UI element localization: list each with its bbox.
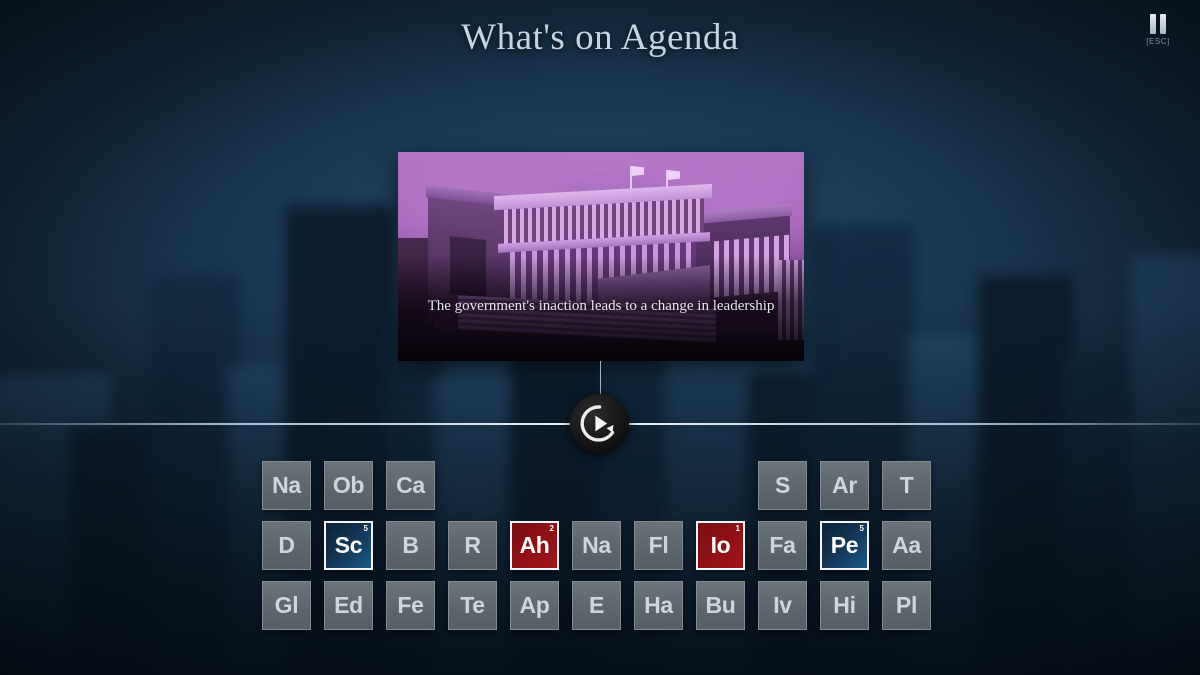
agenda-tile-label: Ed [334, 592, 363, 618]
pause-icon [1130, 14, 1186, 34]
agenda-tile-label: Pl [895, 592, 918, 618]
event-card-artwork [398, 152, 804, 361]
agenda-tile[interactable]: T [882, 461, 931, 510]
agenda-tile-label: Ha [644, 592, 673, 618]
agenda-tile[interactable]: Bu [696, 581, 745, 630]
agenda-tile[interactable]: Gl [262, 581, 311, 630]
esc-hint-label: [ESC] [1146, 37, 1170, 46]
agenda-tile[interactable]: Ah 2 [510, 521, 559, 570]
agenda-tile-label: E [588, 592, 605, 618]
agenda-tile[interactable]: Ed [324, 581, 373, 630]
agenda-tile-label: Aa [892, 532, 921, 558]
event-card-caption: The government's inaction leads to a cha… [427, 298, 775, 314]
agenda-tile-label: Ah [519, 532, 550, 558]
agenda-tile[interactable]: R [448, 521, 497, 570]
agenda-tile-label: Fa [769, 532, 796, 558]
agenda-tile[interactable]: Na [262, 461, 311, 510]
agenda-tile[interactable]: Fl [634, 521, 683, 570]
agenda-tile[interactable]: Hi [820, 581, 869, 630]
agenda-tile[interactable]: E [572, 581, 621, 630]
agenda-tile-label: Bu [705, 592, 736, 618]
agenda-tile-grid: Na Ob Ca S Ar T D Sc 5 B R Ah 2 Na Fl Io 1 Fa Pe 5 Aa Gl Ed Fe T… [262, 461, 938, 641]
agenda-tile-label: Io [710, 532, 731, 558]
agenda-tile[interactable]: Pe 5 [820, 521, 869, 570]
agenda-tile-label: Pe [830, 532, 859, 558]
agenda-tile-label: T [899, 472, 914, 498]
agenda-tile-label: Na [582, 532, 611, 558]
agenda-tile-label: Ar [832, 472, 857, 498]
agenda-tile[interactable]: S [758, 461, 807, 510]
agenda-tile[interactable]: Fa [758, 521, 807, 570]
agenda-tile[interactable]: Io 1 [696, 521, 745, 570]
agenda-tile-label: Ob [332, 472, 365, 498]
agenda-tile-row: Gl Ed Fe Te Ap E Ha Bu Iv Hi Pl [262, 581, 938, 630]
agenda-tile[interactable]: Na [572, 521, 621, 570]
agenda-tile-label: Fl [648, 532, 669, 558]
agenda-tile[interactable]: B [386, 521, 435, 570]
agenda-tile-label: D [278, 532, 295, 558]
continue-button[interactable] [570, 394, 629, 453]
agenda-tile-label: Te [460, 592, 485, 618]
agenda-tile-label: B [402, 532, 419, 558]
agenda-tile-row: Na Ob Ca S Ar T [262, 461, 938, 510]
agenda-tile-count-badge: 2 [549, 524, 554, 533]
flag-cloth-right [668, 170, 680, 180]
agenda-tile[interactable]: D [262, 521, 311, 570]
agenda-tile-label: Gl [274, 592, 299, 618]
agenda-tile-count-badge: 5 [859, 524, 864, 533]
agenda-tile-label: R [464, 532, 481, 558]
agenda-tile-label: Ap [519, 592, 550, 618]
agenda-tile-label: Ca [396, 472, 425, 498]
game-screen: What's on Agenda [ESC] The government's … [0, 0, 1200, 675]
agenda-tile-label: Sc [334, 532, 363, 558]
agenda-tile[interactable]: Sc 5 [324, 521, 373, 570]
agenda-tile-label: Na [272, 472, 301, 498]
agenda-tile-row: D Sc 5 B R Ah 2 Na Fl Io 1 Fa Pe 5 Aa [262, 521, 938, 570]
agenda-tile-label: Hi [833, 592, 856, 618]
agenda-tile[interactable]: Ar [820, 461, 869, 510]
agenda-tile-label: S [774, 472, 791, 498]
pause-button[interactable]: [ESC] [1130, 14, 1186, 46]
flag-cloth-left [632, 166, 644, 176]
agenda-tile[interactable]: Fe [386, 581, 435, 630]
agenda-tile[interactable]: Aa [882, 521, 931, 570]
agenda-tile[interactable]: Ha [634, 581, 683, 630]
play-resume-icon [580, 405, 615, 442]
agenda-tile[interactable]: Ca [386, 461, 435, 510]
event-card[interactable]: The government's inaction leads to a cha… [398, 152, 804, 361]
agenda-tile[interactable]: Iv [758, 581, 807, 630]
agenda-tile-count-badge: 5 [363, 524, 368, 533]
page-title: What's on Agenda [461, 17, 739, 58]
agenda-tile-count-badge: 1 [735, 524, 740, 533]
agenda-tile[interactable]: Ap [510, 581, 559, 630]
agenda-tile[interactable]: Ob [324, 461, 373, 510]
agenda-tile-label: Iv [773, 592, 792, 618]
agenda-tile-label: Fe [397, 592, 424, 618]
agenda-tile[interactable]: Pl [882, 581, 931, 630]
agenda-tile[interactable]: Te [448, 581, 497, 630]
